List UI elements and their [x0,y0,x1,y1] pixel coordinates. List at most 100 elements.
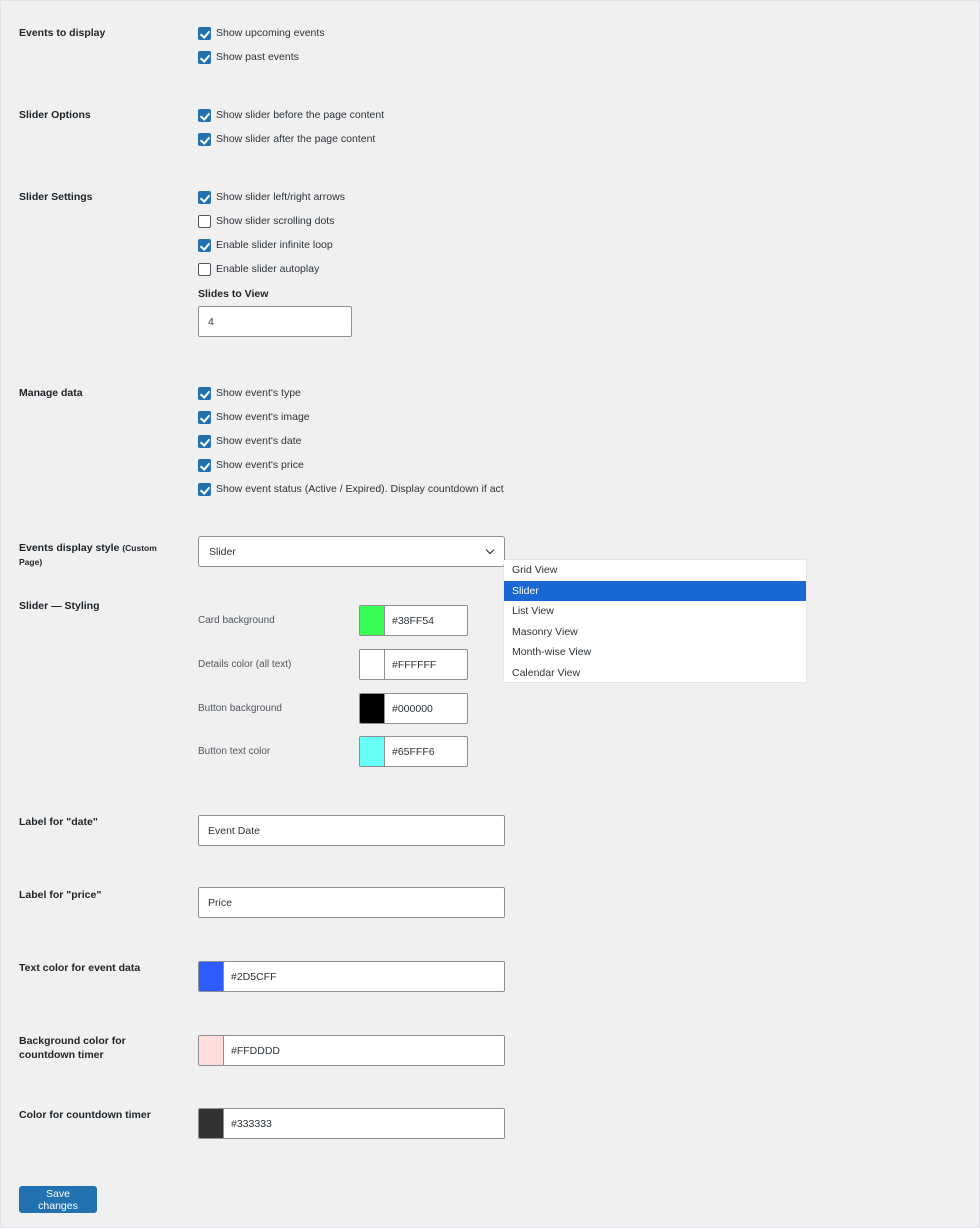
color-swatch[interactable] [360,737,385,766]
checkbox-row[interactable]: Enable slider autoplay [198,262,319,276]
checkmark-icon [199,387,211,399]
color-swatch[interactable] [199,962,224,991]
dropdown-option[interactable]: Slider [504,580,806,602]
checkbox-label[interactable]: Show event's image [216,411,310,423]
label-date-label: Label for "date" [19,816,98,828]
styling-color-picker[interactable]: #FFFFFF [359,649,468,680]
checkbox-label[interactable]: Show slider before the page content [216,109,384,121]
checkbox-label[interactable]: Show event's date [216,435,301,447]
color-swatch[interactable] [360,650,385,679]
checkbox[interactable] [198,410,211,424]
label-price-input[interactable] [198,887,505,918]
checkbox[interactable] [198,262,211,276]
checkbox-label[interactable]: Show event's type [216,387,301,399]
checkbox-row[interactable]: Show slider left/right arrows [198,190,345,204]
checkbox-row[interactable]: Show event's image [198,410,310,424]
color-hex-value[interactable]: #2D5CFF [224,962,277,991]
checkbox-row[interactable]: Show slider before the page content [198,108,384,122]
text-color-picker[interactable]: #2D5CFF [198,961,505,992]
checkbox[interactable] [198,238,211,252]
checkbox-row[interactable]: Show slider scrolling dots [198,214,334,228]
checkbox[interactable] [198,458,211,472]
checkbox-label[interactable]: Show slider after the page content [216,133,375,145]
checkmark-icon [199,109,211,121]
checkbox[interactable] [198,434,211,448]
save-changes-button[interactable]: Save changes [19,1186,97,1213]
countdown-bg-label: Background color for countdown timer [19,1035,126,1061]
styling-color-picker[interactable]: #000000 [359,693,468,724]
countdown-color-picker[interactable]: #333333 [198,1108,505,1139]
checkbox-label[interactable]: Show past events [216,51,299,63]
checkbox[interactable] [198,190,211,204]
color-hex-value[interactable]: #38FF54 [385,606,434,635]
checkbox[interactable] [198,482,211,496]
checkbox-label[interactable]: Show event status (Active / Expired). Di… [216,483,504,495]
checkmark-icon [199,239,211,251]
checkbox-label[interactable]: Show slider left/right arrows [216,191,345,203]
checkbox[interactable] [198,108,211,122]
checkbox-label[interactable]: Show event's price [216,459,304,471]
checkbox[interactable] [198,26,211,40]
styling-field-label: Details color (all text) [198,659,292,670]
checkbox-row[interactable]: Show event's date [198,434,301,448]
checkmark-icon [199,483,211,495]
checkmark-icon [199,435,211,447]
styling-field-label: Button text color [198,746,271,757]
checkmark-icon [199,51,211,63]
dropdown-option[interactable]: List View [504,601,806,622]
checkbox[interactable] [198,132,211,146]
checkbox-label[interactable]: Show slider scrolling dots [216,215,334,227]
checkbox-row[interactable]: Enable slider infinite loop [198,238,333,252]
color-hex-value[interactable]: #FFFFFF [385,650,436,679]
color-hex-value[interactable]: #FFDDDD [224,1036,280,1065]
countdown-bg-picker[interactable]: #FFDDDD [198,1035,505,1066]
chevron-down-icon [485,545,495,555]
dropdown-option[interactable]: Month-wise View [504,642,806,663]
color-swatch[interactable] [199,1036,224,1065]
checkmark-icon [199,27,211,39]
checkbox-row[interactable]: Show event status (Active / Expired). Di… [198,482,504,496]
color-hex-value[interactable]: #333333 [224,1109,272,1138]
dropdown-option[interactable]: Masonry View [504,622,806,643]
display-style-selected: Slider [209,545,236,558]
display-style-label: Events display style (Custom Page) [19,541,159,569]
text-color-label: Text color for event data [19,962,141,974]
checkbox[interactable] [198,50,211,64]
label-price-label: Label for "price" [19,889,102,901]
dropdown-option[interactable]: Grid View [504,560,806,581]
color-swatch[interactable] [199,1109,224,1138]
color-hex-value[interactable]: #000000 [385,694,433,723]
slides-to-view-input[interactable] [198,306,352,337]
styling-field-label: Button background [198,703,282,714]
color-hex-value[interactable]: #65FFF6 [385,737,435,766]
slides-to-view-label: Slides to View [198,288,269,300]
checkbox[interactable] [198,214,211,228]
checkbox-label[interactable]: Enable slider autoplay [216,263,319,275]
styling-color-picker[interactable]: #38FF54 [359,605,468,636]
events-to-display-label: Events to display [19,27,106,39]
checkbox[interactable] [198,386,211,400]
checkmark-icon [199,133,211,145]
slider-styling-label: Slider — Styling [19,600,100,612]
color-swatch[interactable] [360,606,385,635]
checkbox-row[interactable]: Show past events [198,50,299,64]
display-style-label-text: Events display style [19,542,120,554]
checkbox-row[interactable]: Show event's price [198,458,304,472]
styling-color-picker[interactable]: #65FFF6 [359,736,468,767]
label-date-input[interactable] [198,815,505,846]
checkmark-icon [199,411,211,423]
checkbox-row[interactable]: Show event's type [198,386,301,400]
slider-settings-label: Slider Settings [19,191,93,203]
checkbox-row[interactable]: Show upcoming events [198,26,325,40]
styling-field-label: Card background [198,615,275,626]
checkmark-icon [199,191,211,203]
checkmark-icon [199,459,211,471]
dropdown-option[interactable]: Calendar View [504,663,806,684]
slider-options-label: Slider Options [19,109,91,121]
color-swatch[interactable] [360,694,385,723]
checkbox-label[interactable]: Enable slider infinite loop [216,239,333,251]
checkbox-label[interactable]: Show upcoming events [216,27,325,39]
checkbox-row[interactable]: Show slider after the page content [198,132,375,146]
display-style-dropdown[interactable]: Grid View Slider List View Masonry View Mont… [504,560,806,682]
display-style-select[interactable]: Slider [198,536,505,567]
